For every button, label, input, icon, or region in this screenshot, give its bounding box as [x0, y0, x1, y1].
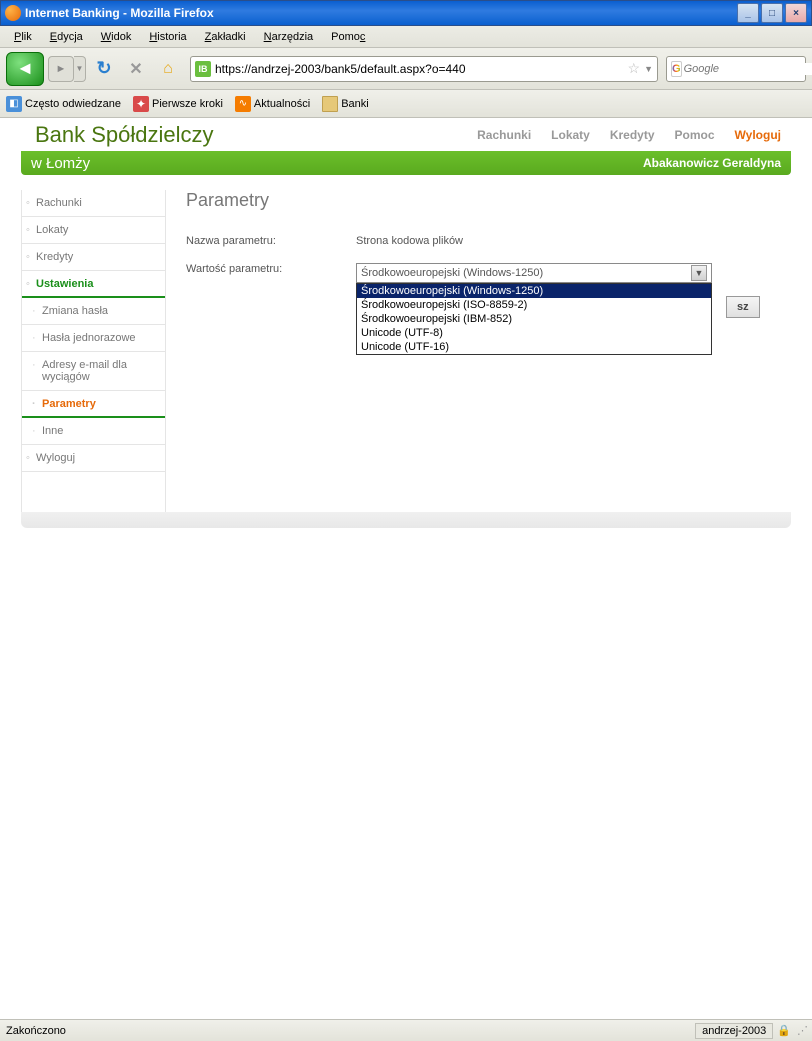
- menu-help[interactable]: Pomoc: [323, 29, 373, 45]
- search-engine-icon[interactable]: G: [671, 61, 682, 77]
- select-display[interactable]: Środkowoeuropejski (Windows-1250) ▼: [356, 263, 712, 283]
- param-value-label: Wartość parametru:: [186, 263, 356, 283]
- status-host: andrzej-2003: [695, 1023, 773, 1039]
- navigation-toolbar: ◄ ► ▼ ↻ ✕ ⌂ IB ☆ ▼ G 🔍: [0, 48, 812, 90]
- maximize-button[interactable]: □: [761, 3, 783, 23]
- home-button[interactable]: ⌂: [154, 55, 182, 83]
- back-button[interactable]: ◄: [6, 52, 44, 86]
- select-options-list: Środkowoeuropejski (Windows-1250) Środko…: [356, 283, 712, 355]
- firefox-icon: [5, 5, 21, 21]
- url-dropdown-icon[interactable]: ▼: [644, 64, 653, 74]
- bookmark-news[interactable]: ∿Aktualności: [235, 96, 310, 112]
- sidebar-item-changepw[interactable]: Zmiana hasła: [22, 298, 165, 325]
- bookmarks-toolbar: ◧Często odwiedzane ✦Pierwsze kroki ∿Aktu…: [0, 90, 812, 118]
- user-name: Abakanowicz Geraldyna: [643, 156, 781, 170]
- window-titlebar: Internet Banking - Mozilla Firefox _ □ ×: [0, 0, 812, 26]
- nav-history-dropdown[interactable]: ▼: [74, 56, 86, 82]
- select-value: Środkowoeuropejski (Windows-1250): [361, 267, 543, 279]
- menu-edit[interactable]: Edycja: [42, 29, 91, 45]
- folder-icon: [322, 96, 338, 112]
- menu-tools[interactable]: Narzędzia: [256, 29, 322, 45]
- option-utf16[interactable]: Unicode (UTF-16): [357, 340, 711, 354]
- sidebar-item-params[interactable]: Parametry: [22, 391, 165, 418]
- main-content: Parametry Nazwa parametru: Strona kodowa…: [166, 190, 791, 512]
- sidebar-item-accounts[interactable]: Rachunki: [22, 190, 165, 217]
- stop-button[interactable]: ✕: [122, 55, 150, 83]
- search-box[interactable]: G 🔍: [666, 56, 806, 82]
- site-identity-icon[interactable]: IB: [195, 61, 211, 77]
- bank-subheader: w Łomży Abakanowicz Geraldyna: [21, 151, 791, 175]
- sidebar-item-email[interactable]: Adresy e-mail dla wyciągów: [22, 352, 165, 391]
- sidebar-item-logout[interactable]: Wyloguj: [22, 445, 165, 472]
- option-utf8[interactable]: Unicode (UTF-8): [357, 326, 711, 340]
- bookmark-banks[interactable]: Banki: [322, 96, 369, 112]
- forward-button[interactable]: ►: [48, 56, 74, 82]
- chevron-down-icon[interactable]: ▼: [691, 265, 707, 281]
- nav-logout[interactable]: Wyloguj: [735, 128, 781, 142]
- close-button[interactable]: ×: [785, 3, 807, 23]
- status-bar: Zakończono andrzej-2003 🔒 ⋰: [0, 1019, 812, 1041]
- sidebar-item-credits[interactable]: Kredyty: [22, 244, 165, 271]
- url-bar[interactable]: IB ☆ ▼: [190, 56, 658, 82]
- menu-file[interactable]: Plik: [6, 29, 40, 45]
- menu-bar: Plik Edycja Widok Historia Zakładki Narz…: [0, 26, 812, 48]
- visited-icon: ◧: [6, 96, 22, 112]
- bank-location: w Łomży: [31, 155, 90, 172]
- page-viewport: Bank Spółdzielczy Rachunki Lokaty Kredyt…: [0, 118, 812, 1019]
- search-input[interactable]: [684, 63, 812, 75]
- status-text: Zakończono: [6, 1025, 66, 1037]
- window-title: Internet Banking - Mozilla Firefox: [25, 6, 737, 20]
- url-input[interactable]: [215, 62, 628, 76]
- menu-view[interactable]: Widok: [93, 29, 140, 45]
- bank-name: Bank Spółdzielczy: [35, 122, 214, 148]
- option-win1250[interactable]: Środkowoeuropejski (Windows-1250): [357, 284, 711, 298]
- sidebar-item-deposits[interactable]: Lokaty: [22, 217, 165, 244]
- lock-icon: 🔒: [777, 1024, 791, 1037]
- bookmark-star-icon[interactable]: ☆: [628, 60, 641, 77]
- sidebar-item-otp[interactable]: Hasła jednorazowe: [22, 325, 165, 352]
- nav-accounts[interactable]: Rachunki: [477, 128, 531, 142]
- option-ibm852[interactable]: Środkowoeuropejski (IBM-852): [357, 312, 711, 326]
- sidebar-item-settings[interactable]: Ustawienia: [22, 271, 165, 298]
- param-name-label: Nazwa parametru:: [186, 235, 356, 247]
- nav-help[interactable]: Pomoc: [675, 128, 715, 142]
- top-navigation: Rachunki Lokaty Kredyty Pomoc Wyloguj: [477, 128, 781, 142]
- menu-bookmarks[interactable]: Zakładki: [197, 29, 254, 45]
- bank-header: Bank Spółdzielczy Rachunki Lokaty Kredyt…: [21, 119, 791, 151]
- nav-deposits[interactable]: Lokaty: [551, 128, 590, 142]
- firststeps-icon: ✦: [133, 96, 149, 112]
- bookmark-firststeps[interactable]: ✦Pierwsze kroki: [133, 96, 223, 112]
- param-name-value: Strona kodowa plików: [356, 235, 463, 247]
- save-button[interactable]: sz: [726, 296, 760, 318]
- page-title: Parametry: [186, 190, 771, 211]
- menu-history[interactable]: Historia: [141, 29, 194, 45]
- content-footer: [21, 512, 791, 528]
- nav-credits[interactable]: Kredyty: [610, 128, 655, 142]
- sidebar-item-other[interactable]: Inne: [22, 418, 165, 445]
- sidebar: Rachunki Lokaty Kredyty Ustawienia Zmian…: [21, 190, 166, 512]
- codepage-select[interactable]: Środkowoeuropejski (Windows-1250) ▼ Środ…: [356, 263, 712, 283]
- resize-grip[interactable]: ⋰: [797, 1024, 806, 1037]
- reload-button[interactable]: ↻: [90, 55, 118, 83]
- rss-icon: ∿: [235, 96, 251, 112]
- bookmark-visited[interactable]: ◧Często odwiedzane: [6, 96, 121, 112]
- option-iso8859[interactable]: Środkowoeuropejski (ISO-8859-2): [357, 298, 711, 312]
- minimize-button[interactable]: _: [737, 3, 759, 23]
